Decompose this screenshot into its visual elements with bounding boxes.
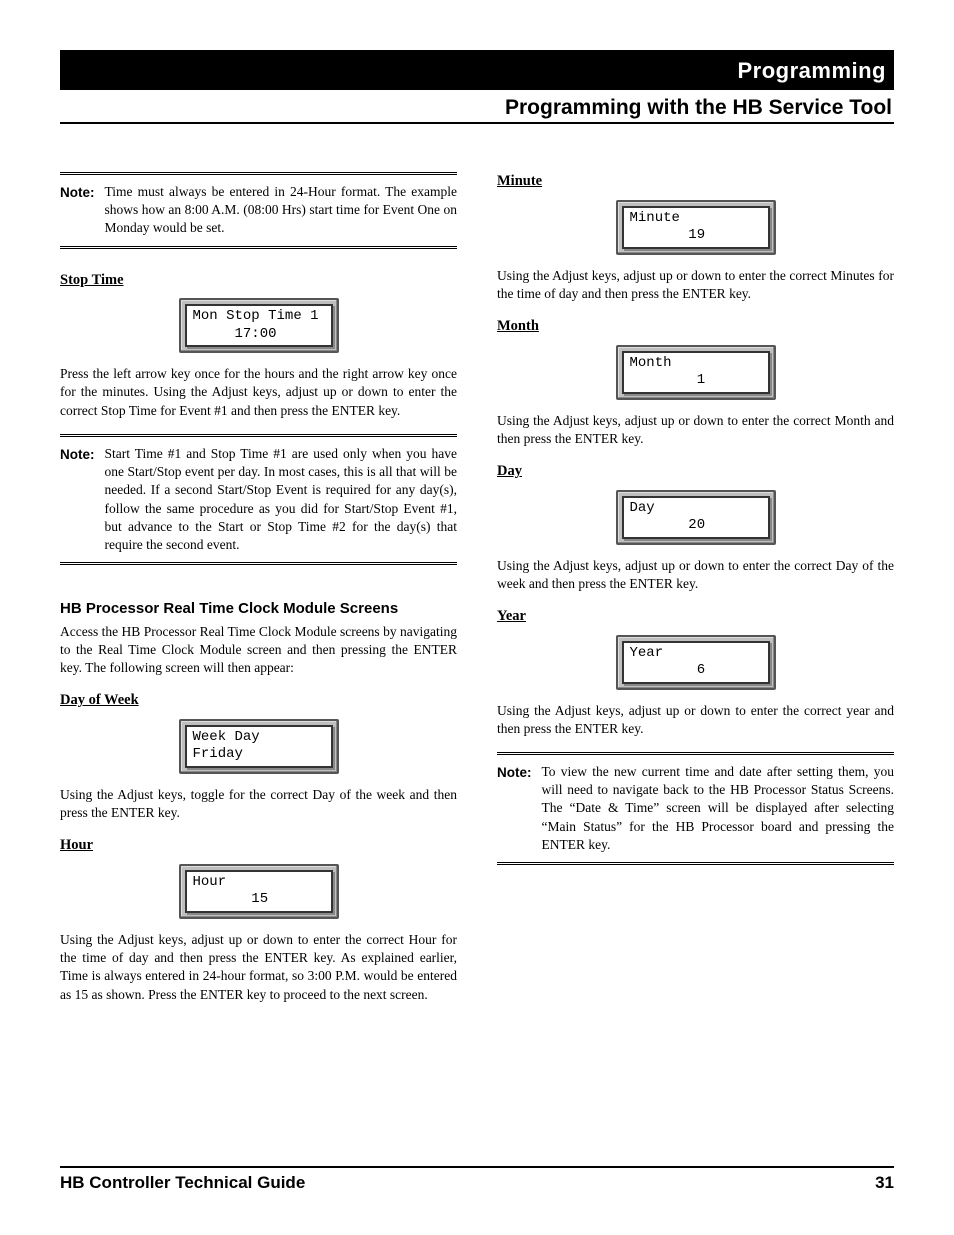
lcd-line: 6 [630,662,706,678]
lcd-day-of-week: Week Day Friday [179,719,339,774]
lcd-line: Hour [193,874,227,890]
lcd-inner: Month 1 [622,351,770,394]
page-footer: HB Controller Technical Guide 31 [60,1166,894,1195]
right-column: Minute Minute 19 Using the Adjust keys, … [497,164,894,1166]
header-subtitle: Programming with the HB Service Tool [60,90,894,124]
lcd-line: 1 [630,372,706,388]
lcd-line: Mon Stop Time 1 [193,308,319,324]
left-column: Note: Time must always be entered in 24-… [60,164,457,1166]
lcd-hour: Hour 15 [179,864,339,919]
lcd-month: Month 1 [616,345,776,400]
para-month: Using the Adjust keys, adjust up or down… [497,412,894,448]
lcd-inner: Week Day Friday [185,725,333,768]
note-block-1: Note: Time must always be entered in 24-… [60,172,457,249]
para-year: Using the Adjust keys, adjust up or down… [497,702,894,738]
heading-hour: Hour [60,836,457,856]
note-text: Start Time #1 and Stop Time #1 are used … [105,445,458,554]
lcd-inner: Day 20 [622,496,770,539]
heading-year: Year [497,607,894,627]
lcd-line: Day [630,500,655,516]
para-day: Using the Adjust keys, adjust up or down… [497,557,894,593]
lcd-inner: Minute 19 [622,206,770,249]
para-minute: Using the Adjust keys, adjust up or down… [497,267,894,303]
lcd-line: 15 [193,891,269,907]
note-label: Note: [60,183,95,238]
lcd-inner: Year 6 [622,641,770,684]
header-banner: Programming [60,50,894,90]
lcd-line: Week Day [193,729,260,745]
para-hour: Using the Adjust keys, adjust up or down… [60,931,457,1004]
note-label: Note: [497,763,532,854]
lcd-minute: Minute 19 [616,200,776,255]
note-label: Note: [60,445,95,554]
lcd-line: 20 [630,517,706,533]
lcd-line: Friday [193,746,243,762]
footer-title: HB Controller Technical Guide [60,1172,305,1195]
heading-month: Month [497,317,894,337]
note-block-3: Note: To view the new current time and d… [497,752,894,865]
note-block-2: Note: Start Time #1 and Stop Time #1 are… [60,434,457,565]
para-stop-time: Press the left arrow key once for the ho… [60,365,457,420]
para-day-of-week: Using the Adjust keys, toggle for the co… [60,786,457,822]
heading-minute: Minute [497,172,894,192]
note-text: To view the new current time and date af… [542,763,895,854]
page: Programming Programming with the HB Serv… [0,0,954,1235]
lcd-line: 19 [630,227,706,243]
lcd-line: 17:00 [193,326,277,342]
footer-page-number: 31 [875,1172,894,1195]
heading-day: Day [497,462,894,482]
heading-rtc-module: HB Processor Real Time Clock Module Scre… [60,599,457,619]
lcd-line: Year [630,645,664,661]
lcd-stop-time: Mon Stop Time 1 17:00 [179,298,339,353]
heading-stop-time: Stop Time [60,271,457,291]
content-columns: Note: Time must always be entered in 24-… [60,164,894,1166]
lcd-inner: Hour 15 [185,870,333,913]
lcd-day: Day 20 [616,490,776,545]
lcd-year: Year 6 [616,635,776,690]
heading-day-of-week: Day of Week [60,691,457,711]
lcd-inner: Mon Stop Time 1 17:00 [185,304,333,347]
para-rtc-intro: Access the HB Processor Real Time Clock … [60,623,457,678]
lcd-line: Minute [630,210,680,226]
lcd-line: Month [630,355,672,371]
note-text: Time must always be entered in 24-Hour f… [105,183,458,238]
